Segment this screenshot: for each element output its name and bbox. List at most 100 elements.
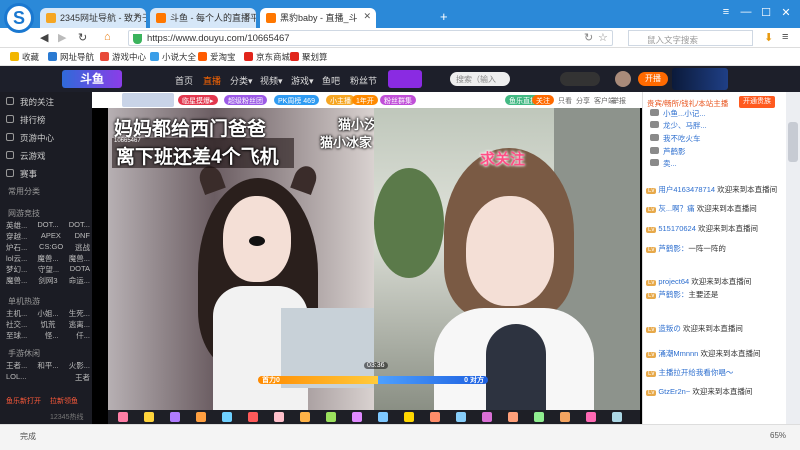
sidebar-category-link[interactable]: DOT... <box>37 220 58 231</box>
sidebar-category-link[interactable]: 英雄... <box>6 220 27 231</box>
forward-icon[interactable]: ▶ <box>58 31 66 44</box>
bookmark-item[interactable]: 爱淘宝 <box>198 51 236 63</box>
gift-icon[interactable] <box>586 412 596 422</box>
refresh-icon[interactable]: ↻ <box>78 31 87 44</box>
room-badge[interactable]: 超级粉丝团 <box>224 95 267 105</box>
gift-icon[interactable] <box>248 412 258 422</box>
gift-icon[interactable] <box>196 412 206 422</box>
bookmark-item[interactable]: 收藏 <box>10 51 39 63</box>
sidebar-item[interactable]: 我的关注 <box>6 96 54 108</box>
vip-button[interactable]: 开通贵族 <box>739 96 775 108</box>
sidebar-category-link[interactable]: 社交... <box>6 319 27 330</box>
sidebar-category-link[interactable]: 王者... <box>6 360 27 371</box>
sidebar-category-link[interactable]: 逃战 <box>75 242 90 253</box>
history-icon[interactable] <box>560 72 600 86</box>
sidebar-category-link[interactable]: 命运... <box>69 275 90 286</box>
gift-icon[interactable] <box>456 412 466 422</box>
bookmark-item[interactable]: 游戏中心 <box>100 51 146 63</box>
menu-icon[interactable]: ≡ <box>718 6 734 18</box>
sidebar-category-link[interactable]: CS:GO <box>39 242 63 253</box>
strip-action[interactable]: 分享 <box>576 96 590 106</box>
start-stream-button[interactable]: 开播 <box>638 72 668 86</box>
sidebar-category-link[interactable]: DOT... <box>69 220 90 231</box>
sidebar-item[interactable]: 赛事 <box>6 168 37 180</box>
sidebar-category-link[interactable]: 穿越... <box>6 231 27 242</box>
bookmark-item[interactable]: 小说大全 <box>150 51 196 63</box>
chat-message[interactable]: Lv 芦鹤影：主要还是 <box>646 289 782 300</box>
event-banner[interactable] <box>388 70 422 88</box>
room-badge[interactable]: 粉丝群集 <box>380 95 416 105</box>
url-input[interactable]: https://www.douyu.com/10665467 <box>128 30 613 46</box>
download-icon[interactable]: ⬇ <box>764 31 773 44</box>
sidebar-category-link[interactable]: 守望... <box>38 264 59 275</box>
sidebar-category-link[interactable]: APEX <box>41 231 61 242</box>
chat-rank-row[interactable]: 龙少、马胖... <box>650 120 786 131</box>
minimize-button[interactable]: — <box>738 6 754 18</box>
reload-icon[interactable]: ↻ <box>584 31 593 44</box>
sidebar-category-link[interactable]: 主机... <box>6 308 27 319</box>
chat-message[interactable]: Lv 515170624 欢迎来到本直播间 <box>646 223 782 234</box>
room-badge[interactable]: 小主播 <box>326 95 355 105</box>
nav-item[interactable]: 游戏▾ <box>291 74 314 87</box>
chat-username[interactable]: 芦鹤影： <box>658 244 688 253</box>
strip-action[interactable]: 只看 <box>558 96 572 106</box>
room-badge[interactable]: 关注 <box>532 95 554 105</box>
gift-icon[interactable] <box>508 412 518 422</box>
search-input[interactable]: 鼠入文字搜索 <box>628 30 753 46</box>
sidebar-category-link[interactable]: 逃离... <box>69 319 90 330</box>
nav-item[interactable]: 直播 <box>203 74 221 87</box>
home-icon[interactable]: ⌂ <box>104 31 111 43</box>
sidebar-category-link[interactable]: LOL... <box>6 372 26 383</box>
video-player[interactable]: 妈妈都给西门爸爸 离下班还差4个飞机 10665467 猫小汐 猫小冰家 求关注… <box>108 108 640 410</box>
zoom-level[interactable]: 65% <box>770 431 786 440</box>
sidebar-category-link[interactable]: 魔兽... <box>69 253 90 264</box>
chat-message[interactable]: Lv 灰...啊？痛 欢迎来到本直播间 <box>646 203 782 214</box>
favorite-star-icon[interactable]: ☆ <box>598 31 608 44</box>
sidebar-item[interactable]: 页游中心 <box>6 132 54 144</box>
sidebar-category-link[interactable]: 仟... <box>76 330 90 341</box>
sidebar-category-link[interactable]: DOTA <box>70 264 90 275</box>
chat-message[interactable]: Lv 用户4163478714 欢迎来到本直播间 <box>646 184 782 195</box>
tab-close-icon[interactable]: ✕ <box>243 11 251 22</box>
sidebar-promo-link[interactable]: 拉新领鱼 <box>50 396 78 406</box>
chat-username[interactable]: 涌潮Mmnnn <box>658 349 698 358</box>
sidebar-category-link[interactable]: 和平... <box>37 360 58 371</box>
sidebar-promo-link[interactable]: 鱼乐新打开 <box>6 396 41 406</box>
gift-icon[interactable] <box>482 412 492 422</box>
gift-icon[interactable] <box>300 412 310 422</box>
gift-icon[interactable] <box>274 412 284 422</box>
browser-tab[interactable]: 斗鱼 - 每个人的直播平 ✕ <box>150 8 256 28</box>
chat-rank-row[interactable]: 芦鹤影 <box>650 146 786 157</box>
sidebar-category-link[interactable]: 炉石... <box>6 242 27 253</box>
chat-message[interactable]: Lv project64 欢迎来到本直播间 <box>646 276 782 287</box>
tab-close-icon[interactable]: ✕ <box>363 11 371 22</box>
chat-username[interactable]: project64 <box>658 277 689 286</box>
sidebar-category-link[interactable]: 剑网3 <box>38 275 57 286</box>
maximize-button[interactable]: ☐ <box>758 6 774 19</box>
chat-username[interactable]: 造叛の <box>658 324 681 333</box>
nav-item[interactable]: 分类▾ <box>230 74 253 87</box>
bookmark-item[interactable]: 京东商城 <box>244 51 290 63</box>
douyu-search-input[interactable]: 搜索（输入 <box>450 72 510 86</box>
gift-icon[interactable] <box>404 412 414 422</box>
strip-action[interactable]: 举报 <box>612 96 626 106</box>
gift-icon[interactable] <box>144 412 154 422</box>
chat-username[interactable]: GtzEr2n~ <box>658 387 690 396</box>
room-badge[interactable]: PK周榜 469 <box>274 95 319 105</box>
nav-item[interactable]: 首页 <box>175 74 193 87</box>
sidebar-category-link[interactable]: 魔兽... <box>37 253 58 264</box>
chat-username[interactable]: 芦鹤影： <box>658 290 688 299</box>
chat-message[interactable]: Lv 涌潮Mmnnn 欢迎来到本直播间 <box>646 348 782 359</box>
sidebar-category-link[interactable]: lol云... <box>6 253 27 264</box>
chat-rank-row[interactable]: 小鱼...小记... <box>650 108 786 119</box>
gift-icon[interactable] <box>378 412 388 422</box>
chat-message[interactable]: Lv 主播拉开给我看你唱～ <box>646 367 782 378</box>
sidebar-category-link[interactable]: 怪... <box>45 330 59 341</box>
sidebar-item[interactable]: 排行榜 <box>6 114 46 126</box>
sidebar-category-link[interactable]: 火影... <box>69 360 90 371</box>
chat-message[interactable]: Lv 芦鹤影：一阵一阵的 <box>646 243 782 254</box>
chat-username[interactable]: 用户4163478714 <box>658 185 715 194</box>
chat-rank-row[interactable]: 我不吃火车 <box>650 133 786 144</box>
new-tab-button[interactable]: + <box>440 9 448 24</box>
gift-icon[interactable] <box>560 412 570 422</box>
